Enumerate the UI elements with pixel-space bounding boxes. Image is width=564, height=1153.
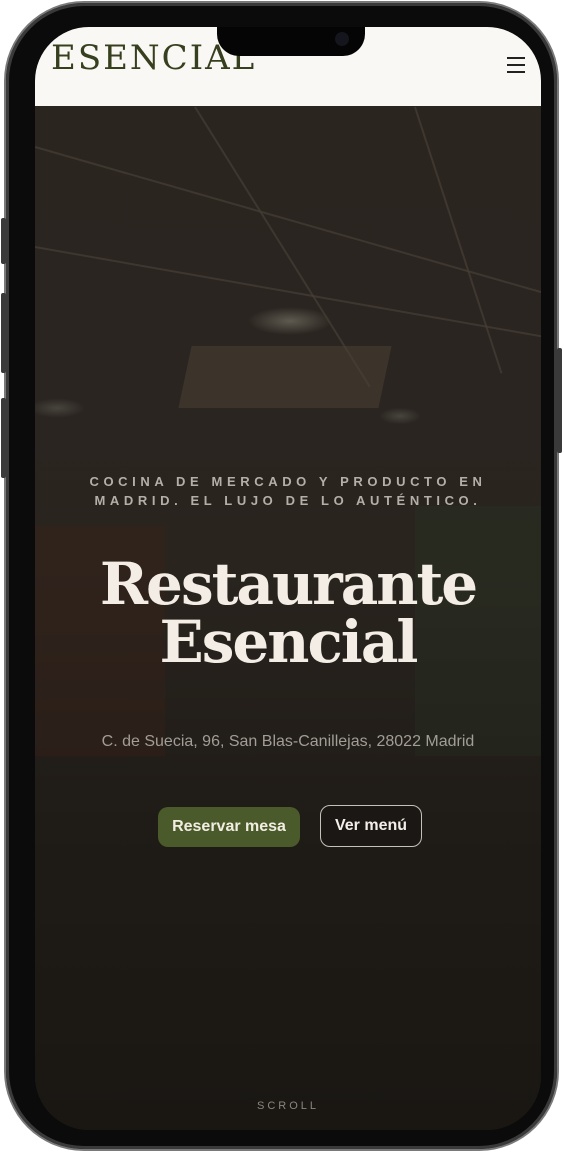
scroll-indicator[interactable]: SCROLL	[35, 1100, 541, 1112]
volume-down-button	[1, 398, 6, 478]
ceiling-grid-line	[35, 146, 541, 303]
ceiling-grid-line	[414, 106, 503, 374]
restaurant-address: C. de Suecia, 96, San Blas-Canillejas, 2…	[101, 733, 475, 750]
volume-up-button	[1, 293, 6, 373]
reserve-table-button[interactable]: Reservar mesa	[158, 807, 300, 847]
power-button	[557, 348, 562, 453]
phone-screen: ESENCIAL COCINA DE MERCADO Y PRODUCTO EN…	[35, 27, 541, 1130]
hero-section: COCINA DE MERCADO Y PRODUCTO EN MADRID. …	[35, 106, 541, 1130]
front-camera	[335, 32, 349, 46]
hamburger-menu-icon[interactable]	[507, 57, 525, 73]
hero-tagline: COCINA DE MERCADO Y PRODUCTO EN MADRID. …	[89, 474, 487, 508]
view-menu-button[interactable]: Ver menú	[320, 805, 422, 847]
hero-title-line-1: Restaurante	[99, 550, 478, 618]
hero-title-line-2: Esencial	[159, 608, 419, 676]
ceiling-vent	[178, 346, 392, 408]
mute-switch	[1, 218, 6, 264]
dynamic-island	[217, 27, 365, 56]
phone-frame: ESENCIAL COCINA DE MERCADO Y PRODUCTO EN…	[1, 3, 562, 1149]
hero-title: Restaurante Esencial	[35, 555, 541, 671]
